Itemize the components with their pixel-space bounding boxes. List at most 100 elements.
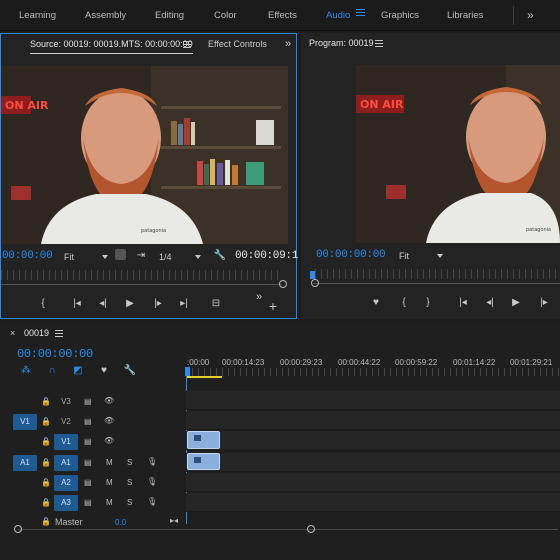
insert-icon[interactable]: ⊟ (208, 297, 224, 311)
source-playhead-timecode[interactable]: 00:00:00 (2, 250, 53, 262)
mark-in-icon[interactable]: { (396, 296, 412, 310)
track-lane-a1[interactable] (186, 453, 560, 472)
workspace-color[interactable]: Color (214, 0, 237, 31)
lock-icon[interactable]: 🔒 (41, 437, 51, 446)
track-label-a2[interactable]: A2 (54, 475, 78, 491)
go-to-out-icon[interactable]: ▸| (176, 297, 192, 311)
mark-in-icon[interactable]: { (35, 297, 51, 311)
go-to-in-icon[interactable]: |◂ (69, 297, 85, 311)
zoom-handle[interactable] (14, 525, 22, 533)
mute-button[interactable]: M (106, 478, 113, 487)
track-label-a1[interactable]: A1 (54, 455, 78, 471)
close-sequence-icon[interactable]: × (10, 323, 15, 343)
wrench-icon[interactable]: 🔧 (122, 364, 138, 378)
play-icon[interactable]: ▶ (508, 296, 524, 310)
eye-icon[interactable]: 👁 (104, 436, 114, 445)
lock-icon[interactable]: 🔒 (41, 417, 51, 426)
program-time-ruler[interactable] (315, 269, 560, 279)
nest-icon[interactable]: ⁂ (18, 364, 34, 378)
snap-icon[interactable]: ∩ (44, 364, 60, 378)
timeline-timecode[interactable]: 00:00:00:00 (17, 347, 93, 361)
mute-button[interactable]: M (106, 458, 113, 467)
tab-sequence[interactable]: 00019 (24, 323, 49, 343)
workspace-assembly[interactable]: Assembly (85, 0, 126, 31)
go-to-end-icon[interactable]: ▸◂ (170, 516, 178, 525)
microphone-icon[interactable]: 🎙 (147, 477, 157, 486)
lock-icon[interactable]: 🔒 (41, 478, 51, 487)
add-button-icon[interactable]: + (265, 299, 281, 313)
source-zoom-bar[interactable] (1, 284, 281, 285)
sync-lock-icon[interactable]: ▤ (84, 437, 92, 446)
go-to-in-icon[interactable]: |◂ (455, 296, 471, 310)
eye-icon[interactable]: 👁 (104, 416, 114, 425)
timeline-zoom-bar[interactable] (18, 529, 558, 530)
solo-button[interactable]: S (127, 458, 132, 467)
workspace-menu-icon[interactable] (356, 9, 365, 18)
source-patch-v1[interactable]: V1 (13, 414, 37, 430)
solo-button[interactable]: S (127, 478, 132, 487)
source-fit-dropdown[interactable]: Fit (64, 252, 108, 262)
lock-icon[interactable]: 🔒 (41, 517, 51, 526)
mark-out-icon[interactable]: } (420, 296, 436, 310)
solo-button[interactable]: S (127, 498, 132, 507)
double-chevron-right-icon[interactable]: » (527, 0, 534, 31)
workspace-graphics[interactable]: Graphics (381, 0, 419, 31)
program-zoom-bar[interactable] (313, 283, 560, 284)
track-lane-v3[interactable] (186, 391, 560, 410)
zoom-handle[interactable] (307, 525, 315, 533)
track-label-a3[interactable]: A3 (54, 495, 78, 511)
panel-menu-icon[interactable] (183, 41, 191, 49)
zoom-handle[interactable] (311, 279, 319, 287)
step-back-icon[interactable]: ◂| (95, 297, 111, 311)
sync-lock-icon[interactable]: ▤ (84, 397, 92, 406)
tab-program[interactable]: Program: 00019 (309, 33, 374, 53)
panel-menu-icon[interactable] (55, 330, 63, 338)
microphone-icon[interactable]: 🎙 (147, 457, 157, 466)
sync-lock-icon[interactable]: ▤ (84, 417, 92, 426)
zoom-handle[interactable] (279, 280, 287, 288)
track-lane-v2[interactable] (186, 411, 560, 430)
audio-clip[interactable] (187, 453, 220, 470)
wrench-icon[interactable]: 🔧 (212, 249, 228, 263)
add-marker-icon[interactable]: ♥ (368, 296, 384, 310)
sync-lock-icon[interactable]: ▤ (84, 498, 92, 507)
workspace-audio[interactable]: Audio (326, 0, 350, 31)
workspace-effects[interactable]: Effects (268, 0, 297, 31)
timeline-playhead[interactable] (185, 367, 190, 376)
eye-icon[interactable]: 👁 (104, 396, 114, 405)
sync-lock-icon[interactable]: ▤ (84, 478, 92, 487)
video-clip[interactable] (187, 431, 220, 449)
track-label-v2[interactable]: V2 (54, 414, 78, 430)
tab-source[interactable]: Source: 00019: 00019.MTS: 00:00:00:00 (30, 34, 193, 54)
work-area-bar[interactable] (186, 376, 222, 378)
sync-lock-icon[interactable]: ▤ (84, 458, 92, 467)
add-marker-icon[interactable]: ♥ (96, 364, 112, 378)
workspace-libraries[interactable]: Libraries (447, 0, 483, 31)
panel-overflow-icon[interactable]: » (285, 34, 291, 54)
play-icon[interactable]: ▶ (122, 297, 138, 311)
lock-icon[interactable]: 🔒 (41, 458, 51, 467)
source-patch-a1[interactable]: A1 (13, 455, 37, 471)
track-label-v3[interactable]: V3 (54, 394, 78, 410)
track-label-v1[interactable]: V1 (54, 434, 78, 450)
lock-icon[interactable]: 🔒 (41, 397, 51, 406)
track-lane-a2[interactable] (186, 473, 560, 492)
program-fit-dropdown[interactable]: Fit (399, 251, 443, 261)
mute-button[interactable]: M (106, 498, 113, 507)
track-lane-v1[interactable] (186, 431, 560, 450)
workspace-editing[interactable]: Editing (155, 0, 184, 31)
source-time-ruler[interactable] (1, 270, 283, 280)
source-quality-dropdown[interactable]: 1/4 (159, 252, 201, 262)
step-forward-icon[interactable]: |▸ (536, 296, 552, 310)
tab-effect-controls[interactable]: Effect Controls (208, 34, 267, 54)
lock-icon[interactable]: 🔒 (41, 498, 51, 507)
timeline-ruler[interactable] (186, 368, 560, 376)
linked-selection-icon[interactable]: ◩ (70, 364, 86, 378)
master-volume-value[interactable]: 0.0 (115, 518, 126, 527)
workspace-learning[interactable]: Learning (19, 0, 56, 31)
step-back-icon[interactable]: ◂| (482, 296, 498, 310)
program-playhead-timecode[interactable]: 00:00:00:00 (316, 249, 386, 261)
microphone-icon[interactable]: 🎙 (147, 497, 157, 506)
settings-icon[interactable] (115, 249, 126, 260)
step-forward-icon[interactable]: |▸ (150, 297, 166, 311)
